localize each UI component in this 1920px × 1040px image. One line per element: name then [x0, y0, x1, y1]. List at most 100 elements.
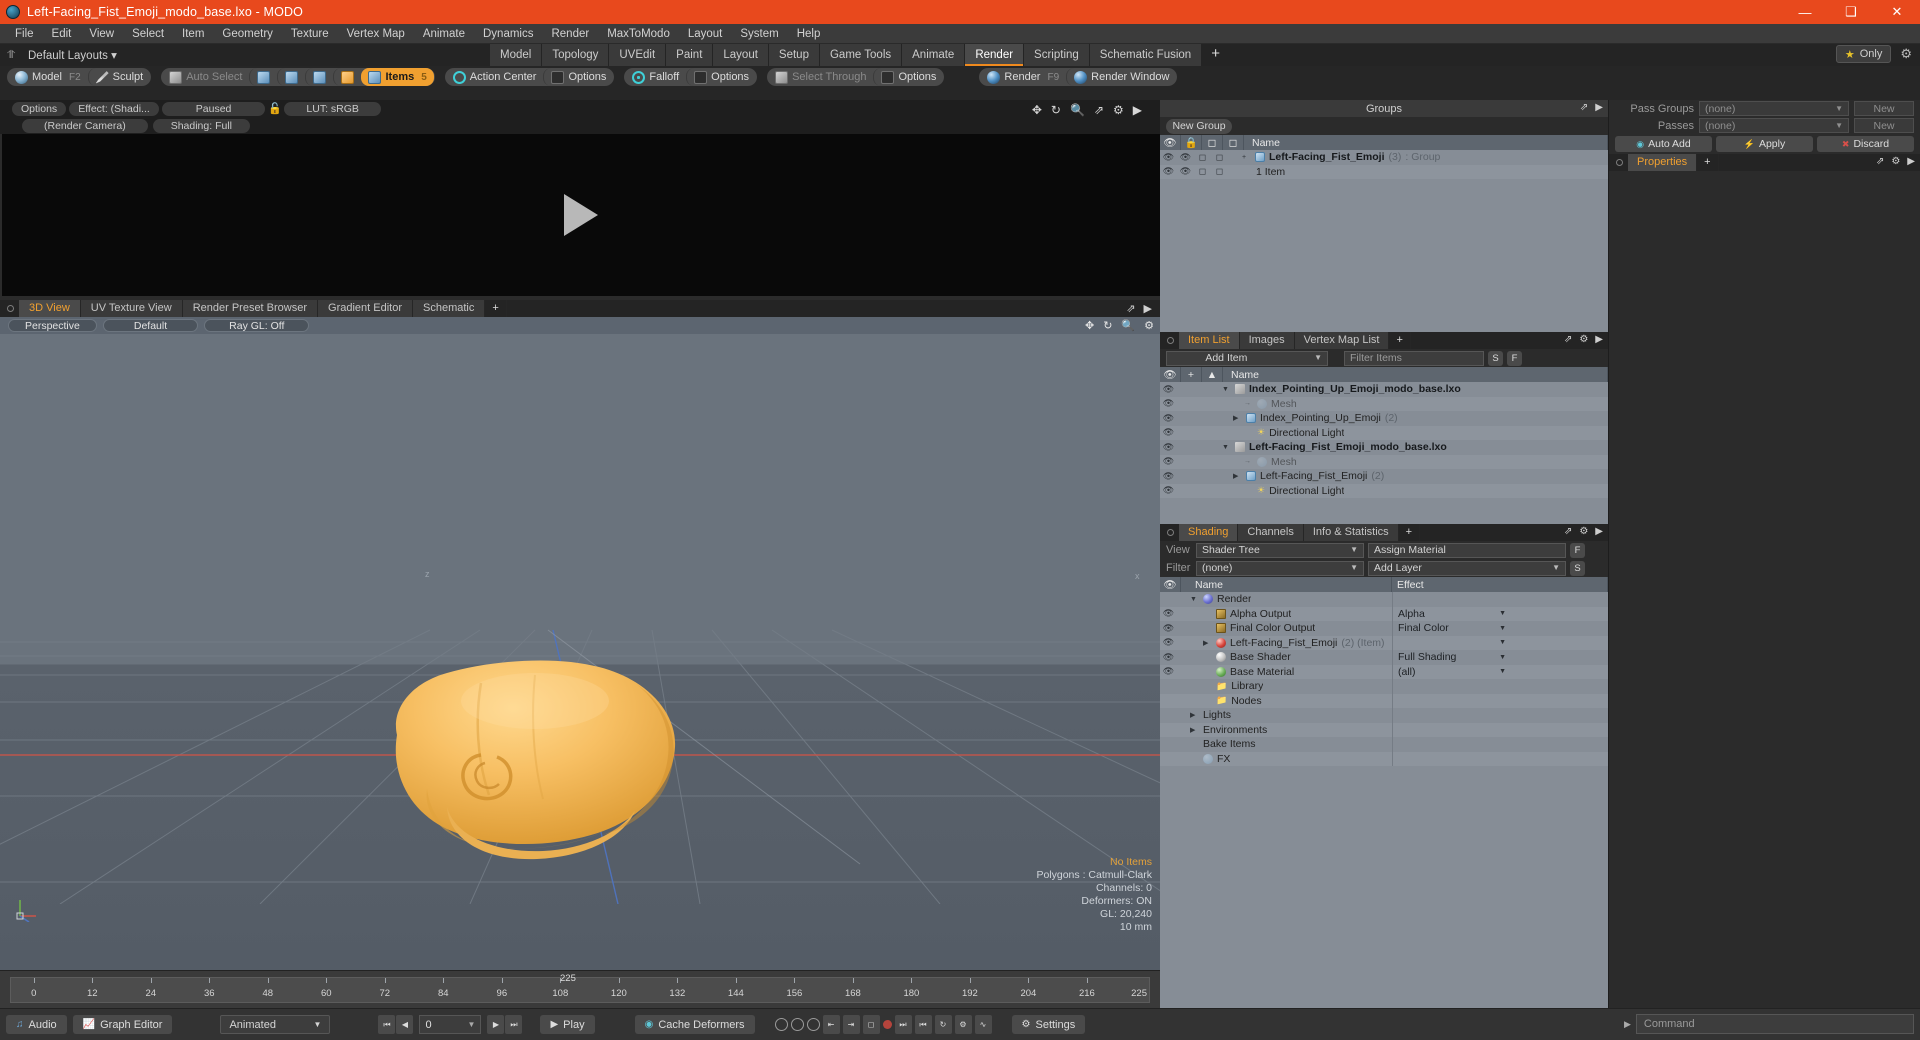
shader-visibility-icon[interactable]: 👁: [1160, 608, 1177, 619]
shader-row-effect[interactable]: Full Shading ▼: [1392, 650, 1510, 665]
shader-tree-row[interactable]: 👁 Final Color Output Final Color ▼: [1160, 621, 1608, 636]
items-mode-button[interactable]: Items 5: [361, 68, 434, 86]
graph-editor-button[interactable]: 📈 Graph Editor: [72, 1015, 173, 1034]
viewport-tab-gradient-editor[interactable]: Gradient Editor: [318, 300, 413, 317]
shading-tab-shading[interactable]: Shading: [1179, 524, 1239, 541]
menu-item-layout[interactable]: Layout: [679, 24, 732, 44]
shader-row-effect[interactable]: [1392, 751, 1510, 766]
preview-effect-dropdown[interactable]: Effect: (Shadi...: [69, 101, 159, 116]
shading-s-button[interactable]: S: [1570, 560, 1585, 576]
item-list-row[interactable]: 👁 ▼ Left-Facing_Fist_Emoji_modo_base.lxo: [1160, 440, 1608, 455]
row-toggle-icon[interactable]: ◻: [1194, 166, 1211, 177]
layout-tab-uvedit[interactable]: UVEdit: [609, 44, 667, 66]
shader-tree-row[interactable]: 📁 Library: [1160, 679, 1608, 694]
expand-triangle-icon[interactable]: →: [1244, 400, 1253, 407]
item-list-menu-dot-icon[interactable]: [1167, 337, 1174, 344]
layout-tab-render[interactable]: Render: [965, 44, 1025, 66]
polygon-mode-button[interactable]: [305, 68, 333, 86]
item-list-row[interactable]: 👁 ▼ Index_Pointing_Up_Emoji_modo_base.lxo: [1160, 382, 1608, 397]
add-viewport-tab-button[interactable]: +: [485, 300, 507, 317]
filter-f-button[interactable]: F: [1507, 350, 1522, 366]
expand-triangle-icon[interactable]: ▶: [1190, 711, 1199, 719]
model-mode-button[interactable]: Model F2: [8, 68, 88, 86]
falloff-options-button[interactable]: Options: [686, 68, 756, 86]
layout-tab-setup[interactable]: Setup: [768, 44, 820, 66]
zoom-icon-2[interactable]: 🔍: [1121, 319, 1135, 332]
prev-frame-button[interactable]: ◀: [396, 1015, 414, 1034]
curve-icon[interactable]: ∿: [974, 1015, 992, 1034]
groups-table-row[interactable]: 👁 👁 ◻ ◻ 1 Item: [1160, 164, 1608, 179]
tab-properties[interactable]: Properties: [1628, 154, 1698, 171]
viewport-tab--d-view[interactable]: 3D View: [19, 300, 81, 317]
item-list-row[interactable]: 👁 ▶ Index_Pointing_Up_Emoji (2): [1160, 411, 1608, 426]
chevron-down-icon[interactable]: ▼: [1499, 610, 1510, 617]
edge-mode-button[interactable]: [277, 68, 305, 86]
shader-row-effect[interactable]: [1392, 693, 1510, 708]
chevron-down-icon[interactable]: ▼: [1499, 639, 1510, 646]
gear-icon-3[interactable]: ⚙: [1579, 334, 1588, 345]
maximize-viewport-icon[interactable]: ⇗: [1126, 302, 1135, 315]
expand-icon[interactable]: ⇗: [1580, 102, 1588, 113]
shader-row-effect[interactable]: Alpha ▼: [1392, 606, 1510, 621]
shader-visibility-icon[interactable]: 👁: [1160, 666, 1177, 677]
expand-triangle-icon[interactable]: +: [1242, 154, 1251, 161]
resize-icon[interactable]: ⇗: [1094, 103, 1104, 117]
raygl-dropdown[interactable]: Ray GL: Off: [204, 319, 310, 332]
item-list-row[interactable]: 👁 → Mesh: [1160, 454, 1608, 469]
menu-item-item[interactable]: Item: [173, 24, 213, 44]
rotate-icon-2[interactable]: ↻: [1103, 319, 1112, 332]
perspective-dropdown[interactable]: Perspective: [8, 319, 97, 332]
menu-item-view[interactable]: View: [80, 24, 123, 44]
next-frame-button[interactable]: ▶: [487, 1015, 505, 1034]
visibility-toggle-icon[interactable]: 👁: [1160, 398, 1177, 409]
layout-tab-layout[interactable]: Layout: [713, 44, 769, 66]
pass-groups-dropdown[interactable]: (none) ▼: [1699, 101, 1849, 116]
gear-icon-4[interactable]: ⚙: [1579, 526, 1588, 537]
gear-icon[interactable]: ⚙: [1113, 103, 1124, 117]
menu-item-system[interactable]: System: [731, 24, 787, 44]
expand-triangle-icon[interactable]: ▼: [1190, 596, 1199, 603]
item-tab-images[interactable]: Images: [1239, 332, 1295, 349]
shader-tree-row[interactable]: ▶ Lights: [1160, 708, 1608, 723]
sculpt-mode-button[interactable]: Sculpt: [87, 68, 151, 86]
go-to-end-button[interactable]: ⏭: [505, 1015, 523, 1034]
expand-icon-4[interactable]: ⇗: [1876, 156, 1884, 167]
snap-icon[interactable]: ⚙: [954, 1015, 972, 1034]
arrow-icon-3[interactable]: ▶: [1595, 526, 1603, 537]
shader-tree-row[interactable]: 👁 Base Material (all) ▼: [1160, 664, 1608, 679]
visibility-toggle-icon[interactable]: 👁: [1160, 471, 1177, 482]
new-pass-group-button[interactable]: New: [1854, 101, 1914, 116]
row-toggle-icon[interactable]: 👁: [1160, 152, 1177, 163]
expand-triangle-icon[interactable]: ▶: [1233, 414, 1242, 422]
eye-column-icon-2[interactable]: 👁: [1160, 367, 1181, 382]
add-properties-tab-button[interactable]: +: [1697, 154, 1719, 171]
shader-row-effect[interactable]: [1392, 708, 1510, 723]
arrow-icon-4[interactable]: ▶: [1907, 156, 1915, 167]
menu-item-edit[interactable]: Edit: [43, 24, 81, 44]
only-button[interactable]: ★ Only: [1835, 45, 1892, 63]
record-icon[interactable]: [882, 1020, 892, 1029]
play-button[interactable]: ▶ Play: [540, 1015, 595, 1034]
circle-icon-2[interactable]: [790, 1018, 804, 1031]
shading-filter-dropdown[interactable]: (none) ▼: [1196, 560, 1364, 576]
visibility-toggle-icon[interactable]: 👁: [1160, 442, 1177, 453]
close-button[interactable]: ✕: [1874, 0, 1920, 24]
layout-tab-topology[interactable]: Topology: [542, 44, 610, 66]
loop-icon[interactable]: ↻: [934, 1015, 952, 1034]
expand-icon-2[interactable]: ⇗: [1564, 334, 1572, 345]
shader-tree-row[interactable]: 👁 ▶ Left-Facing_Fist_Emoji (2) (Item) ▼: [1160, 635, 1608, 650]
shading-menu-dot-icon[interactable]: [1167, 529, 1174, 536]
shader-row-effect[interactable]: (all) ▼: [1392, 664, 1510, 679]
layout-tab-model[interactable]: Model: [490, 44, 543, 66]
assign-material-button[interactable]: Assign Material: [1368, 542, 1566, 558]
rotate-icon[interactable]: ↻: [1051, 103, 1061, 117]
viewport-tab-schematic[interactable]: Schematic: [413, 300, 486, 317]
shader-tree-row[interactable]: 👁 Base Shader Full Shading ▼: [1160, 650, 1608, 665]
viewport-arrow-icon[interactable]: ▶: [1144, 302, 1152, 315]
lock-column-icon[interactable]: 🔒: [1181, 135, 1202, 150]
add-item-tab-button[interactable]: +: [1389, 332, 1411, 349]
visibility-toggle-icon[interactable]: 👁: [1160, 427, 1177, 438]
groups-tree[interactable]: 👁 🔒 ◻ ◻ Name 👁 👁 ◻ ◻ + Left-Facing_Fist_Emoji…: [1160, 135, 1608, 332]
layout-tab-animate[interactable]: Animate: [902, 44, 966, 66]
apply-button[interactable]: ⚡ Apply: [1716, 136, 1813, 152]
